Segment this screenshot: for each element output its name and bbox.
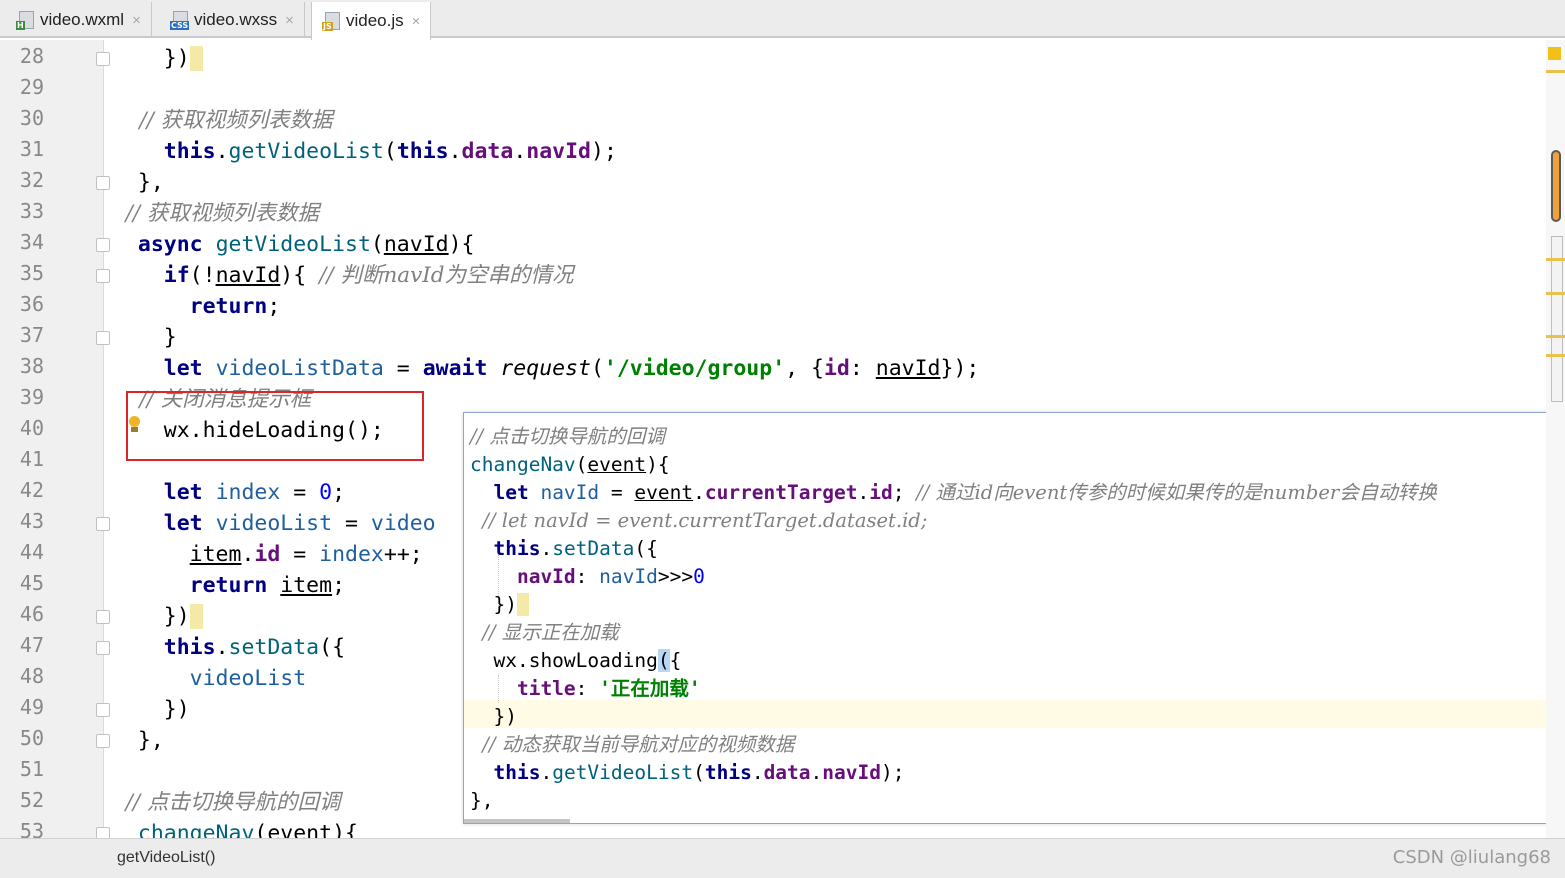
close-icon[interactable]: × xyxy=(132,12,141,29)
fold-marker-icon[interactable] xyxy=(96,176,110,190)
code-line-37: } xyxy=(112,325,177,350)
watermark: CSDN @liulang68 xyxy=(1392,847,1551,868)
line-number: 39 xyxy=(19,385,44,409)
wxml-file-icon: H xyxy=(16,10,36,30)
code-line-28: })​ xyxy=(112,46,203,71)
error-stripe-marker[interactable] xyxy=(1546,292,1565,295)
popup-line: let navId = event.currentTarget.id; // 通… xyxy=(470,481,1437,504)
code-line-44: item.id = index++; xyxy=(189,542,423,567)
code-line-34: async getVideoList(navId){ xyxy=(112,232,475,257)
popup-line: // 动态获取当前导航对应的视频数据 xyxy=(470,733,795,756)
tab-video-wxml[interactable]: H video.wxml × xyxy=(6,2,152,38)
breadcrumb[interactable]: getVideoList() xyxy=(117,849,215,867)
line-number: 31 xyxy=(19,137,44,161)
line-number: 50 xyxy=(19,726,44,750)
line-number: 44 xyxy=(19,540,44,564)
editor-tab-bar: H video.wxml × CSS video.wxss × JS video… xyxy=(0,0,1565,40)
line-number: 48 xyxy=(19,664,44,688)
popup-line: wx.showLoading({ xyxy=(470,649,682,672)
tab-video-js[interactable]: JS video.js × xyxy=(311,2,432,40)
line-number: 45 xyxy=(19,571,44,595)
line-number: 51 xyxy=(19,757,44,781)
tab-video-wxss[interactable]: CSS video.wxss × xyxy=(160,2,305,38)
error-stripe-marker[interactable] xyxy=(1546,70,1565,73)
line-number: 43 xyxy=(19,509,44,533)
fold-marker-icon[interactable] xyxy=(96,734,110,748)
wxss-file-icon: CSS xyxy=(170,10,190,30)
tab-label: video.wxml xyxy=(40,10,125,29)
popup-line: changeNav(event){ xyxy=(470,453,670,476)
code-line-42: let index = 0; xyxy=(112,480,346,505)
line-number: 52 xyxy=(19,788,44,812)
line-number: 41 xyxy=(19,447,44,471)
line-number: 46 xyxy=(19,602,44,626)
fold-marker-icon[interactable] xyxy=(96,331,110,345)
code-line-45: return item; xyxy=(112,573,346,598)
code-line-35: if(!navId){ // 判断navId为空串的情况 xyxy=(112,263,574,288)
error-stripe-marker[interactable] xyxy=(1546,354,1565,357)
code-line-48: videoList xyxy=(112,666,307,691)
line-number: 34 xyxy=(19,230,44,254)
line-number: 36 xyxy=(19,292,44,316)
line-number: 28 xyxy=(19,44,44,68)
close-icon[interactable]: × xyxy=(412,13,421,30)
line-number: 30 xyxy=(19,106,44,130)
line-number: 47 xyxy=(19,633,44,657)
code-line-47: this.setData({ xyxy=(112,635,346,660)
close-icon[interactable]: × xyxy=(285,12,294,29)
popup-line: }, xyxy=(470,789,494,812)
lightbulb-icon[interactable] xyxy=(127,416,141,432)
popup-line: title: '正在加载' xyxy=(470,677,701,700)
line-number: 42 xyxy=(19,478,44,502)
error-stripe-marker[interactable] xyxy=(1546,335,1565,338)
code-line-36: return; xyxy=(112,294,281,319)
code-line-32: }, xyxy=(112,170,164,195)
line-number: 33 xyxy=(19,199,44,223)
line-number: 29 xyxy=(19,75,44,99)
line-number: 32 xyxy=(19,168,44,192)
popup-line: })​ xyxy=(470,593,529,616)
popup-line: this.setData({ xyxy=(470,537,658,560)
fold-marker-icon[interactable] xyxy=(96,269,110,283)
popup-line: // 点击切换导航的回调 xyxy=(470,425,665,448)
fold-marker-icon[interactable] xyxy=(96,52,110,66)
fold-marker-icon[interactable] xyxy=(96,703,110,717)
line-number: 37 xyxy=(19,323,44,347)
status-bar: getVideoList() CSDN @liulang68 xyxy=(0,838,1565,878)
popup-line: }) xyxy=(470,705,517,728)
code-line-38: let videoListData = await request('/vide… xyxy=(112,356,980,381)
code-line-30: // 获取视频列表数据 xyxy=(112,108,333,133)
fold-marker-icon[interactable] xyxy=(96,641,110,655)
warning-indicator-icon[interactable] xyxy=(1548,47,1561,60)
code-line-49: }) xyxy=(112,697,190,722)
popup-line: // let navId = event.currentTarget.datas… xyxy=(470,509,928,532)
line-number-gutter: 28 29 30 31 32 33 34 35 36 37 38 39 40 4… xyxy=(0,40,110,843)
code-line-52: // 点击切换导航的回调 xyxy=(112,790,341,815)
line-number: 35 xyxy=(19,261,44,285)
line-number: 40 xyxy=(19,416,44,440)
js-file-icon: JS xyxy=(322,11,342,31)
code-line-43: let videoList = video xyxy=(112,511,436,536)
tab-label: video.wxss xyxy=(194,10,278,29)
popup-line: // 显示正在加载 xyxy=(470,621,619,644)
fold-marker-icon[interactable] xyxy=(96,610,110,624)
popup-horizontal-scrollbar[interactable] xyxy=(464,819,570,823)
scrollbar-thumb[interactable] xyxy=(1551,150,1561,222)
code-line-31: this.getVideoList(this.data.navId); xyxy=(112,139,617,164)
line-number: 38 xyxy=(19,354,44,378)
fold-marker-icon[interactable] xyxy=(96,517,110,531)
highlight-box xyxy=(126,391,424,461)
quick-definition-popup[interactable]: // 点击切换导航的回调 changeNav(event){ let navId… xyxy=(463,412,1565,824)
line-number: 49 xyxy=(19,695,44,719)
popup-line: this.getVideoList(this.data.navId); xyxy=(470,761,905,784)
fold-marker-icon[interactable] xyxy=(96,238,110,252)
current-line-highlight xyxy=(464,700,1564,728)
tab-label: video.js xyxy=(346,11,404,30)
popup-line: navId: navId>>>0 xyxy=(470,565,705,588)
code-line-33: // 获取视频列表数据 xyxy=(112,201,319,226)
code-line-46: })​ xyxy=(112,604,203,629)
error-stripe-marker[interactable] xyxy=(1546,258,1565,261)
code-line-50: }, xyxy=(112,728,164,753)
